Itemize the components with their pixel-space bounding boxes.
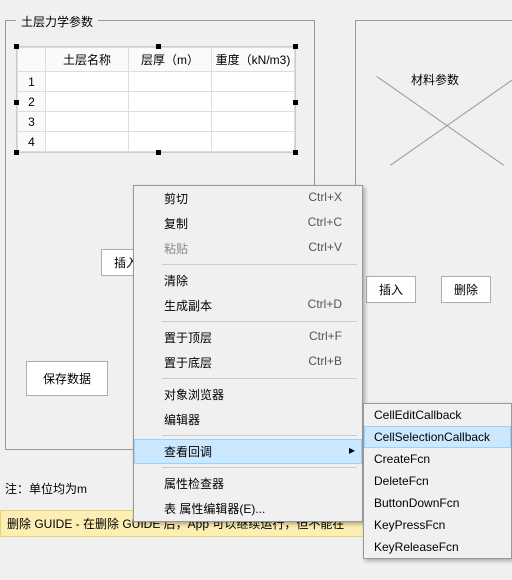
soil-table[interactable]: 土层名称 层厚（m） 重度（kN/m3) 1 2 3 4 <box>16 46 296 153</box>
menu-separator <box>162 435 357 436</box>
unit-note: 注：单位均为m <box>5 480 87 497</box>
menu-clear[interactable]: 清除 <box>134 268 362 293</box>
menu-separator <box>162 378 357 379</box>
submenu-deletefcn[interactable]: DeleteFcn <box>364 470 511 492</box>
menu-object-browser[interactable]: 对象浏览器 <box>134 382 362 407</box>
menu-separator <box>162 321 357 322</box>
table-row: 2 <box>18 92 295 112</box>
header-weight: 重度（kN/m3) <box>212 48 295 72</box>
menu-send-back[interactable]: 置于底层Ctrl+B <box>134 350 362 375</box>
header-blank <box>18 48 46 72</box>
submenu-createfcn[interactable]: CreateFcn <box>364 448 511 470</box>
menu-view-callbacks[interactable]: 查看回调▸ <box>134 439 362 464</box>
resize-handle[interactable] <box>14 44 19 49</box>
callbacks-submenu[interactable]: CellEditCallback CellSelectionCallback C… <box>363 403 512 559</box>
delete-button-right[interactable]: 删除 <box>441 276 491 303</box>
menu-duplicate[interactable]: 生成副本Ctrl+D <box>134 293 362 318</box>
resize-handle[interactable] <box>293 150 298 155</box>
context-menu[interactable]: 剪切Ctrl+X 复制Ctrl+C 粘贴Ctrl+V 清除 生成副本Ctrl+D… <box>133 185 363 522</box>
submenu-keyreleasefcn[interactable]: KeyReleaseFcn <box>364 536 511 558</box>
menu-paste[interactable]: 粘贴Ctrl+V <box>134 236 362 261</box>
table-row: 1 <box>18 72 295 92</box>
menu-editor[interactable]: 编辑器 <box>134 407 362 432</box>
submenu-buttondownfcn[interactable]: ButtonDownFcn <box>364 492 511 514</box>
menu-cut[interactable]: 剪切Ctrl+X <box>134 186 362 211</box>
resize-handle[interactable] <box>156 44 161 49</box>
chevron-right-icon: ▸ <box>349 443 355 457</box>
menu-separator <box>162 264 357 265</box>
table-row: 4 <box>18 132 295 152</box>
submenu-cellselection[interactable]: CellSelectionCallback <box>364 426 511 448</box>
resize-handle[interactable] <box>156 150 161 155</box>
resize-handle[interactable] <box>14 100 19 105</box>
save-data-button[interactable]: 保存数据 <box>26 361 108 396</box>
header-thickness: 层厚（m） <box>129 48 212 72</box>
resize-handle[interactable] <box>293 44 298 49</box>
resize-handle[interactable] <box>293 100 298 105</box>
menu-table-props[interactable]: 表 属性编辑器(E)... <box>134 496 362 521</box>
insert-button-right[interactable]: 插入 <box>366 276 416 303</box>
panel-title-left: 土层力学参数 <box>16 13 98 30</box>
submenu-keypressfcn[interactable]: KeyPressFcn <box>364 514 511 536</box>
material-params-panel: 材料参数 插入 删除 <box>355 20 512 450</box>
submenu-celledit[interactable]: CellEditCallback <box>364 404 511 426</box>
table-row: 3 <box>18 112 295 132</box>
header-name: 土层名称 <box>46 48 129 72</box>
menu-copy[interactable]: 复制Ctrl+C <box>134 211 362 236</box>
menu-separator <box>162 467 357 468</box>
diagram-lines <box>377 76 512 161</box>
menu-property-inspector[interactable]: 属性检查器 <box>134 471 362 496</box>
menu-bring-front[interactable]: 置于顶层Ctrl+F <box>134 325 362 350</box>
panel-title-right: 材料参数 <box>411 71 459 88</box>
resize-handle[interactable] <box>14 150 19 155</box>
